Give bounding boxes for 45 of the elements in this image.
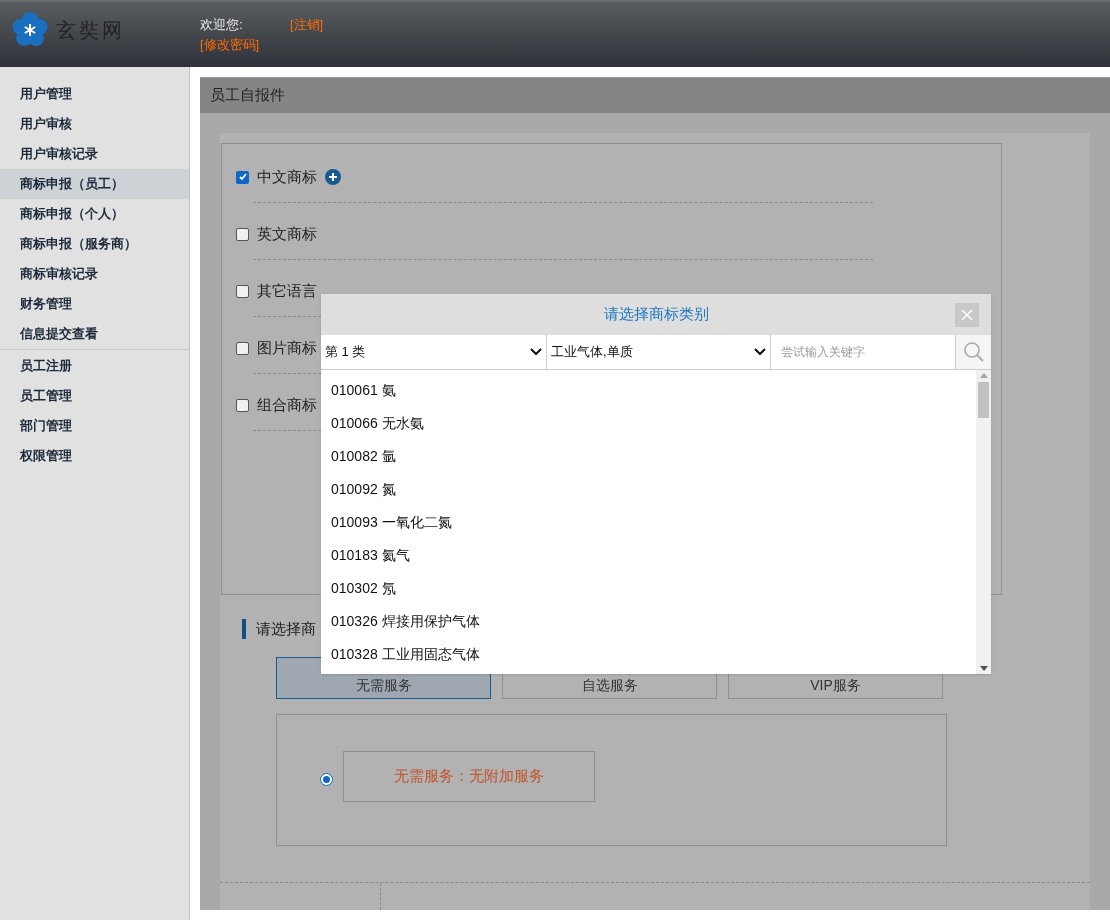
- sidebar-item[interactable]: 商标申报（服务商）: [0, 229, 189, 259]
- section-title: 请选择商: [256, 619, 316, 639]
- category-item[interactable]: 010302 氖: [321, 572, 976, 605]
- sidebar-item[interactable]: 用户审核: [0, 109, 189, 139]
- sidebar-item[interactable]: 用户管理: [0, 79, 189, 109]
- checkbox-label: 图片商标: [257, 337, 317, 358]
- group-select[interactable]: 工业气体,单质: [547, 335, 771, 369]
- flower-logo-icon: [12, 12, 48, 48]
- sidebar-item[interactable]: 员工注册: [0, 351, 189, 381]
- sidebar-item[interactable]: 部门管理: [0, 411, 189, 441]
- sidebar-item[interactable]: 商标申报（员工）: [0, 169, 189, 199]
- checkbox[interactable]: [236, 341, 249, 355]
- checkbox[interactable]: [236, 227, 249, 241]
- sidebar-item[interactable]: 商标申报（个人）: [0, 199, 189, 229]
- category-item[interactable]: 010183 氦气: [321, 539, 976, 572]
- sidebar-item[interactable]: 权限管理: [0, 441, 189, 471]
- checkbox[interactable]: [236, 284, 249, 298]
- checkbox[interactable]: [236, 398, 249, 412]
- sidebar-item[interactable]: 商标审核记录: [0, 259, 189, 289]
- checkbox[interactable]: [236, 170, 249, 184]
- sidebar-item[interactable]: 信息提交查看: [0, 319, 189, 349]
- checkbox-label: 中文商标: [257, 166, 317, 187]
- category-item[interactable]: 010326 焊接用保护气体: [321, 605, 976, 638]
- scrollbar-thumb[interactable]: [978, 382, 989, 418]
- add-icon[interactable]: [325, 169, 341, 185]
- category-item[interactable]: 010092 氮: [321, 473, 976, 506]
- category-item[interactable]: 010093 一氧化二氮: [321, 506, 976, 539]
- radio-button[interactable]: [320, 773, 333, 786]
- dialog-title: 请选择商标类别: [603, 304, 709, 325]
- panel-title: 员工自报件: [200, 77, 1110, 113]
- category-item[interactable]: 010082 氩: [321, 440, 976, 473]
- sidebar-item[interactable]: 用户审核记录: [0, 139, 189, 169]
- sidebar-item[interactable]: 员工管理: [0, 381, 189, 411]
- keyword-search-field[interactable]: 尝试输入关键字: [771, 335, 956, 369]
- checkbox-label: 组合商标: [257, 394, 317, 415]
- class-select[interactable]: 第 1 类: [321, 335, 547, 369]
- search-icon: [962, 341, 985, 363]
- sidebar-item[interactable]: 财务管理: [0, 289, 189, 319]
- category-item[interactable]: 010061 氨: [321, 374, 976, 407]
- category-item[interactable]: 010066 无水氨: [321, 407, 976, 440]
- checkbox-label: 其它语言: [257, 280, 317, 301]
- change-password-link[interactable]: [修改密码]: [200, 36, 324, 54]
- welcome-text: 欢迎您:: [200, 16, 244, 34]
- close-icon: [961, 309, 973, 321]
- checkbox-label: 英文商标: [257, 223, 317, 244]
